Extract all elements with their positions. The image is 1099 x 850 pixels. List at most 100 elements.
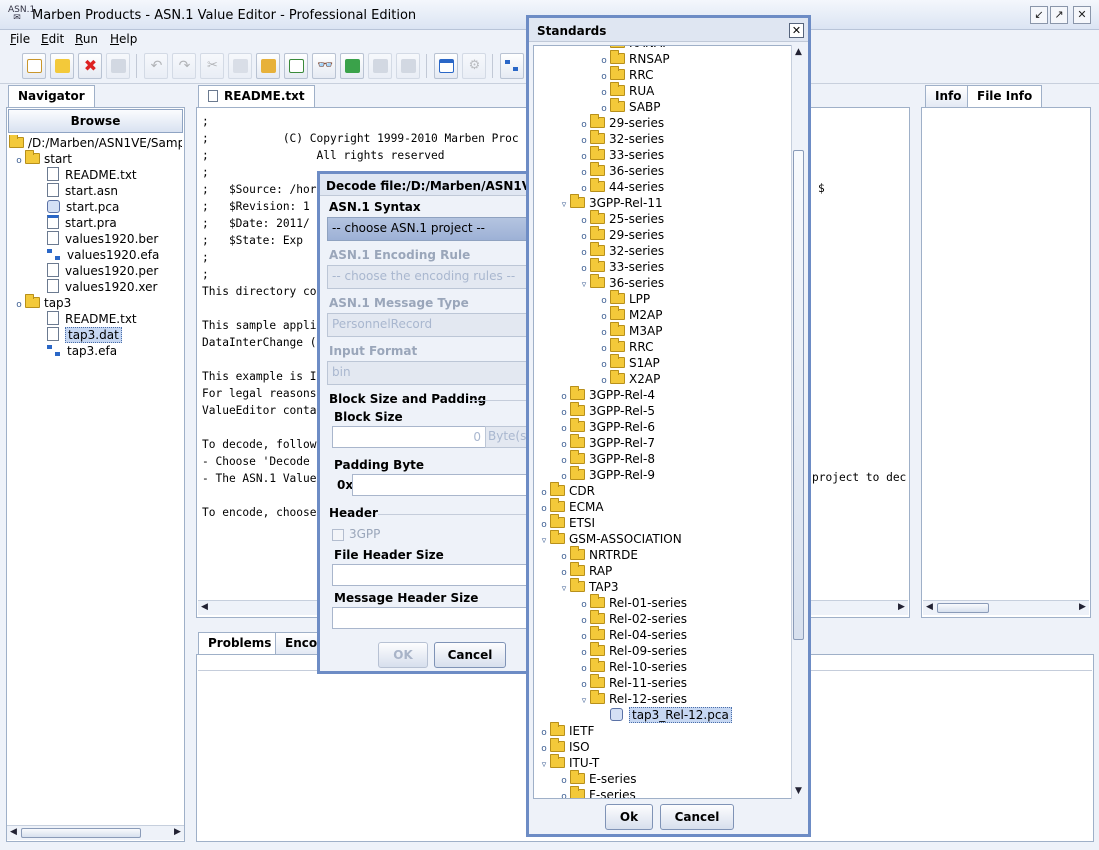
standards-folder-item[interactable]: o Rel-10-series	[534, 658, 792, 675]
encoding-combo[interactable]: -- choose the encoding rules --	[327, 265, 532, 289]
standards-ok-button[interactable]: Ok	[605, 804, 653, 830]
standards-folder-item[interactable]: o M2AP	[534, 306, 792, 323]
settings-icon[interactable]: ⚙	[462, 53, 486, 79]
tree-file[interactable]: values1920.per	[9, 263, 182, 279]
tab-navigator[interactable]: Navigator	[8, 85, 95, 107]
standards-folder-item[interactable]: o Rel-09-series	[534, 642, 792, 659]
standards-folder-item[interactable]: ▿ Rel-12-series	[534, 690, 792, 707]
expand-toggle-icon[interactable]: o	[13, 153, 25, 169]
tree-file[interactable]: values1920.efa	[9, 247, 182, 263]
scroll-left-icon[interactable]: ◀	[198, 601, 211, 614]
tree-file[interactable]: start.pca	[9, 199, 182, 215]
standards-cancel-button[interactable]: Cancel	[660, 804, 734, 830]
scroll-left-icon[interactable]: ◀	[7, 826, 20, 839]
standards-folder-item[interactable]: ▿ 3GPP-Rel-11	[534, 194, 792, 211]
menu-edit[interactable]: Edit	[41, 32, 64, 46]
tree-folder[interactable]: o start	[9, 150, 182, 169]
standards-folder-item[interactable]: o F-series	[534, 786, 792, 798]
standards-folder-item[interactable]: o S1AP	[534, 354, 792, 371]
msg-header-field[interactable]	[332, 607, 532, 629]
standards-folder-item[interactable]: o 3GPP-Rel-9	[534, 466, 792, 483]
standards-folder-item[interactable]: o Rel-01-series	[534, 594, 792, 611]
standards-folder-item[interactable]: o RNSAP	[534, 50, 792, 67]
standards-folder-item[interactable]: o 3GPP-Rel-7	[534, 434, 792, 451]
standards-folder-item[interactable]: o 29-series	[534, 226, 792, 243]
scroll-thumb[interactable]	[21, 828, 141, 838]
tab-readme[interactable]: README.txt	[198, 85, 315, 107]
standards-folder-item[interactable]: ▿ 36-series	[534, 274, 792, 293]
standards-folder-item[interactable]: o NRTRDE	[534, 546, 792, 563]
standards-folder-item[interactable]: o 3GPP-Rel-4	[534, 386, 792, 403]
standards-folder-item[interactable]: ▿ ITU-T	[534, 754, 792, 773]
tree-file[interactable]: tap3.efa	[9, 343, 182, 359]
standards-folder-item[interactable]: o RRC	[534, 66, 792, 83]
menu-file[interactable]: File	[10, 32, 30, 46]
standards-folder-item[interactable]: o Rel-04-series	[534, 626, 792, 643]
scroll-up-icon[interactable]: ▲	[792, 46, 805, 59]
standards-folder-item[interactable]: o Rel-11-series	[534, 674, 792, 691]
cut-icon[interactable]: ✂	[200, 53, 224, 79]
redo-icon[interactable]: ↷	[172, 53, 196, 79]
standards-folder-item[interactable]: o 29-series	[534, 114, 792, 131]
decode-icon[interactable]: 👓	[312, 53, 336, 79]
block-size-field[interactable]: 0	[332, 426, 486, 448]
standards-folder-item[interactable]: o LPP	[534, 290, 792, 307]
navigator-hscroll[interactable]: ◀ ▶	[7, 825, 184, 840]
tree-file[interactable]: README.txt	[9, 167, 182, 183]
standards-folder-item[interactable]: ▿ GSM-ASSOCIATION	[534, 530, 792, 549]
menu-run[interactable]: Run	[75, 32, 98, 46]
scroll-right-icon[interactable]: ▶	[1076, 601, 1089, 614]
standards-folder-item[interactable]: o E-series	[534, 770, 792, 787]
standards-folder-item[interactable]: o ECMA	[534, 498, 792, 515]
standards-folder-item[interactable]: o 3GPP-Rel-6	[534, 418, 792, 435]
msgtype-combo[interactable]: PersonnelRecord	[327, 313, 532, 337]
scroll-left-icon[interactable]: ◀	[923, 601, 936, 614]
menu-help[interactable]: Help	[110, 32, 137, 46]
tree-file[interactable]: tap3.dat	[9, 327, 182, 343]
standards-folder-item[interactable]: o CDR	[534, 482, 792, 499]
standards-folder-item[interactable]: o ETSI	[534, 514, 792, 531]
expand-toggle-icon[interactable]: o	[13, 297, 25, 313]
standards-folder-item[interactable]: o RUA	[534, 82, 792, 99]
window-icon[interactable]	[434, 53, 458, 79]
standards-vscroll[interactable]: ▲ ▼	[791, 45, 806, 799]
encode-icon[interactable]	[340, 53, 364, 79]
padding-byte-field[interactable]	[352, 474, 532, 496]
export-icon[interactable]	[284, 53, 308, 79]
close-icon[interactable]: ✕	[789, 23, 804, 38]
tab-problems[interactable]: Problems	[198, 632, 282, 654]
tree-file[interactable]: start.asn	[9, 183, 182, 199]
expand-toggle-icon[interactable]: ▿	[538, 757, 550, 773]
standards-folder-item[interactable]: o 33-series	[534, 146, 792, 163]
close-icon[interactable]: ✕	[1073, 6, 1091, 24]
standards-folder-item[interactable]: o 32-series	[534, 130, 792, 147]
standards-folder-item[interactable]: ▿ TAP3	[534, 578, 792, 597]
paste-icon[interactable]	[256, 53, 280, 79]
tab-file-info[interactable]: File Info	[967, 85, 1043, 107]
tree-root[interactable]: /D:/Marben/ASN1VE/Sample	[9, 135, 182, 151]
expand-toggle-icon[interactable]: ▿	[558, 581, 570, 597]
standards-folder-item[interactable]: o ISO	[534, 738, 792, 755]
browse-button[interactable]: Browse	[8, 109, 183, 133]
expand-toggle-icon[interactable]: ▿	[538, 533, 550, 549]
save-icon[interactable]	[106, 53, 130, 79]
standards-folder-item[interactable]: o RRC	[534, 338, 792, 355]
syntax-combo[interactable]: -- choose ASN.1 project --	[327, 217, 532, 241]
forward-icon[interactable]	[396, 53, 420, 79]
input-format-combo[interactable]: bin	[327, 361, 532, 385]
standards-folder-item[interactable]: o 25-series	[534, 210, 792, 227]
tree-file[interactable]: README.txt	[9, 311, 182, 327]
standards-folder-item[interactable]: o 32-series	[534, 242, 792, 259]
decode-ok-button[interactable]: OK	[378, 642, 428, 668]
minimize-icon[interactable]: ↙	[1030, 6, 1048, 24]
standards-folder-item[interactable]: o SABP	[534, 98, 792, 115]
tree-file[interactable]: values1920.ber	[9, 231, 182, 247]
decode-cancel-button[interactable]: Cancel	[434, 642, 506, 668]
copy-icon[interactable]	[228, 53, 252, 79]
standards-project-item[interactable]: tap3_Rel-12.pca	[534, 707, 792, 723]
standards-folder-item[interactable]: o 44-series	[534, 178, 792, 195]
standards-folder-item[interactable]: o M3AP	[534, 322, 792, 339]
standards-folder-item[interactable]: o 3GPP-Rel-8	[534, 450, 792, 467]
expand-toggle-icon[interactable]: ▿	[578, 277, 590, 293]
file-header-field[interactable]	[332, 564, 532, 586]
